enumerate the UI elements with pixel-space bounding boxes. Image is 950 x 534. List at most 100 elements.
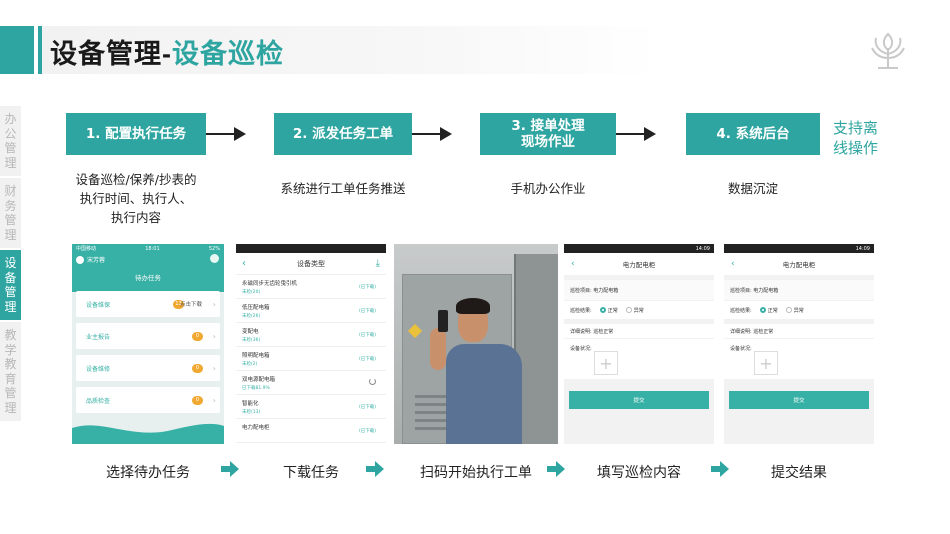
list-item[interactable]: 永磁同步无齿轮曳引机 未检(20) (已下载) (236, 275, 386, 299)
clock-text: 18:01 (145, 245, 160, 252)
sidebar-item-teaching[interactable]: 教学教育管理 (0, 322, 21, 423)
back-arrow-icon[interactable]: ‹ (242, 258, 246, 269)
note-field[interactable]: 详细说明: 巡检正常 (564, 324, 714, 338)
user-info[interactable]: 宋芳蓉 (76, 255, 105, 264)
screen-download-tasks: ‹ 设备类型 ⤓ 永磁同步无齿轮曳引机 未检(20) (已下载) 低压配电箱 未检(2… (236, 244, 386, 444)
submit-button[interactable]: 提交 (569, 391, 709, 409)
sidebar-item-finance[interactable]: 财务管理 (0, 178, 21, 250)
radio-abnormal-label: 异常 (633, 307, 644, 314)
photo-phone (438, 310, 448, 332)
todo-title: 待办任务 (135, 274, 161, 282)
sidebar-char: 管 (4, 386, 17, 400)
step-label: 1. 配置执行任务 (85, 126, 187, 142)
flow-connector (616, 133, 646, 135)
caption-fill-inspection: 填写巡检内容 (597, 465, 681, 481)
sidebar-char: 教 (4, 328, 17, 342)
device-status-row: 设备状况: + (724, 339, 874, 379)
todo-item-label: 设备维修 (86, 365, 111, 373)
todo-item-label: 品质检查 (86, 397, 111, 405)
download-state: (已下载) (358, 333, 376, 338)
todo-header: 中国移动 18:01 52% 宋芳蓉 待办任务 (72, 244, 224, 292)
list-item[interactable]: 双电源配电箱 已下载81.9% (236, 371, 386, 395)
sidebar-char: 教 (4, 357, 17, 371)
download-state: (已下载) (358, 429, 376, 434)
todo-item-maintenance[interactable]: 设备维保 13 点击下载 › (76, 291, 220, 317)
photo-person-hair (456, 298, 490, 314)
radio-abnormal[interactable] (785, 307, 792, 313)
radio-normal[interactable] (599, 307, 606, 313)
todo-item-quality[interactable]: 品质检查 0 › (76, 387, 220, 413)
step-desc: 设备巡检/保养/抄表的 执行时间、执行人、 执行内容 (75, 172, 197, 225)
device-status-label: 设备状况: (730, 346, 752, 352)
sidebar-char: 理 (4, 299, 17, 314)
chevron-right-icon: › (212, 331, 216, 341)
nav-title: 电力配电柜 (782, 261, 816, 269)
note-field[interactable]: 详细说明: 巡检正常 (724, 324, 874, 338)
list-item[interactable]: 变配电 未检(36) (已下载) (236, 323, 386, 347)
note-text: 详细说明: 巡检正常 (570, 328, 614, 335)
step-label: 4. 系统后台 (716, 126, 790, 142)
screen-todo-tasks: 中国移动 18:01 52% 宋芳蓉 待办任务 设备维保 13 点击下载 › 业… (72, 244, 224, 444)
step-dispatch-order: 2. 派发任务工单 (274, 113, 412, 155)
battery-text: 52% (208, 245, 220, 252)
step-system-backend: 4. 系统后台 (686, 113, 820, 155)
todo-item-label: 业主报告 (86, 333, 111, 341)
sidebar-item-equipment[interactable]: 设备管理 (0, 250, 21, 322)
step-desc: 数据沉淀 (727, 181, 778, 196)
teal-arrow-icon (547, 461, 565, 477)
radio-abnormal[interactable] (625, 307, 632, 313)
result-label: 巡检结果: (730, 307, 752, 314)
back-arrow-icon[interactable]: ‹ (731, 259, 735, 269)
page-title-main: 设备管理- (50, 39, 172, 69)
wave-decoration (72, 423, 224, 444)
flow-connector (206, 133, 236, 135)
nav-title: 电力配电柜 (622, 261, 656, 269)
list-item[interactable]: 照明配电箱 未检(2) (已下载) (236, 347, 386, 371)
sidebar-char: 理 (4, 227, 17, 242)
caption-submit-result: 提交结果 (771, 465, 827, 481)
submit-button[interactable]: 提交 (729, 391, 869, 409)
sidebar-char: 管 (4, 285, 17, 299)
inspection-item-row: 巡检项目: 电力配电箱 (564, 280, 714, 300)
download-state: (已下载) (358, 357, 376, 362)
teal-arrow-icon (366, 461, 384, 477)
download-link[interactable]: 点击下载 (180, 300, 202, 308)
carrier-text: 中国移动 (76, 246, 97, 252)
add-photo-icon[interactable]: + (754, 351, 778, 375)
status-bar: 14:09 (564, 244, 714, 253)
sidebar-item-office[interactable]: 办公管理 (0, 106, 21, 178)
download-icon[interactable]: ⤓ (376, 258, 380, 269)
inspection-result-row: 巡检结果: 正常 异常 (724, 301, 874, 319)
sidebar-item-label: 办公管理 (0, 112, 21, 170)
download-progress: 已下载81.9% (242, 386, 270, 391)
radio-normal-label: 正常 (767, 307, 778, 314)
sidebar-char: 财 (4, 184, 17, 198)
status-bar (236, 244, 386, 253)
todo-item-report[interactable]: 业主报告 0 › (76, 323, 220, 349)
chevron-right-icon: › (212, 363, 216, 373)
flow-arrow-icon (644, 127, 656, 141)
todo-item-repair[interactable]: 设备维修 0 › (76, 355, 220, 381)
chevron-right-icon: › (212, 395, 216, 405)
sidebar-char: 育 (4, 371, 17, 386)
todo-item-label: 设备维保 (86, 301, 111, 309)
sidebar-item-label: 教学教育管理 (0, 328, 21, 415)
photo-person-arm (430, 328, 446, 370)
inspection-item-row: 巡检项目: 电力配电箱 (724, 280, 874, 300)
radio-normal[interactable] (759, 307, 766, 313)
step-label: 3. 接单处理 现场作业 (511, 118, 585, 150)
add-photo-icon[interactable]: + (594, 351, 618, 375)
download-state: (已下载) (358, 285, 376, 290)
list-item[interactable]: 电力配电柜 (已下载) (236, 419, 386, 443)
list-item[interactable]: 低压配电箱 未检(26) (已下载) (236, 299, 386, 323)
avatar (76, 255, 84, 264)
sidebar-char: 设 (4, 256, 17, 270)
nav-title: 设备类型 (297, 259, 325, 268)
flow-arrow-icon (234, 127, 246, 141)
back-arrow-icon[interactable]: ‹ (571, 259, 575, 269)
list-item[interactable]: 智能化 未检(13) (已下载) (236, 395, 386, 419)
nav-bar: ‹ 电力配电柜 (564, 253, 714, 275)
status-bar: 14:09 (724, 244, 874, 253)
notification-icon[interactable] (210, 254, 219, 263)
sidebar-char: 备 (4, 270, 17, 285)
